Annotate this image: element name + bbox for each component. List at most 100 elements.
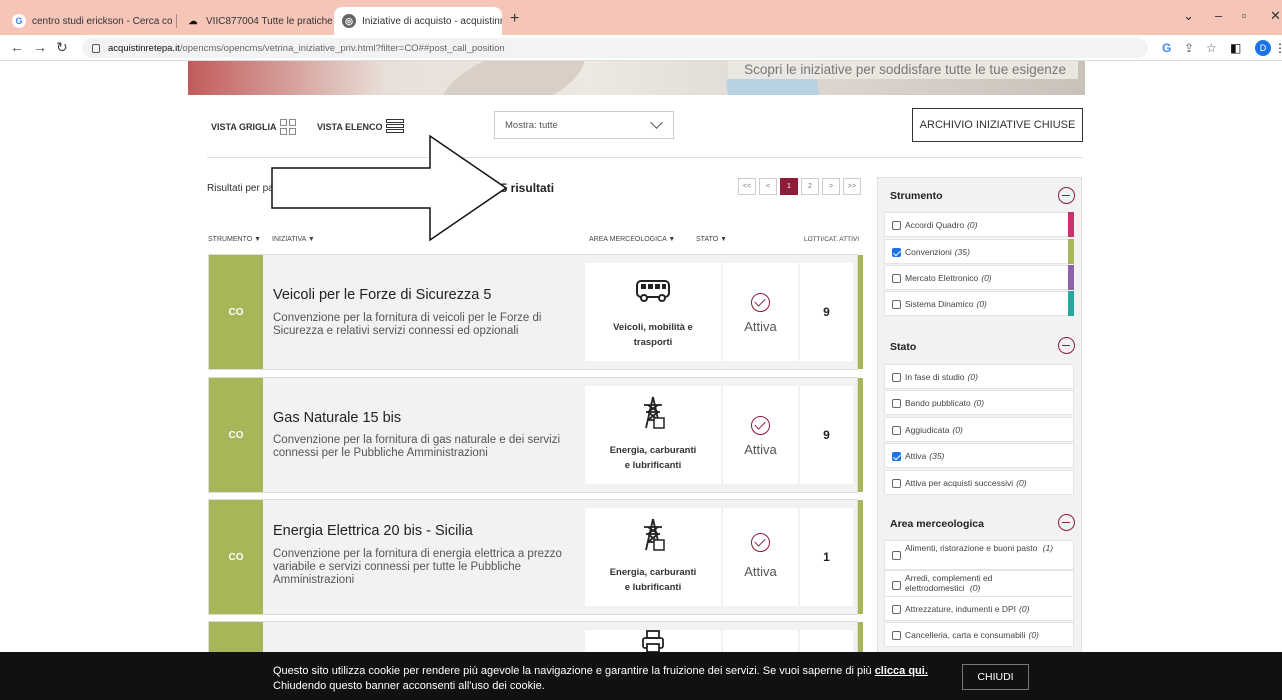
checkbox[interactable] [892, 452, 901, 461]
new-tab-button[interactable]: + [510, 10, 519, 28]
initiative-title[interactable]: Veicoli per le Forze di Sicurezza 5 [273, 287, 491, 303]
google-icon[interactable]: G [1162, 41, 1171, 55]
filter-label: Aggiudicata [905, 424, 950, 435]
filter-mercato-elettronico[interactable]: Mercato Elettronico (0) [884, 265, 1074, 290]
filter-label: Attrezzature, indumenti e DPI [905, 603, 1017, 614]
filter-count: (35) [954, 246, 970, 257]
filter-alimenti[interactable]: Alimenti, ristorazione e buoni pasto (1) [884, 540, 1074, 570]
sidepanel-icon[interactable]: ◧ [1230, 41, 1241, 55]
minimize-button[interactable]: – [1215, 8, 1222, 23]
page-2-button[interactable]: 2 [801, 178, 819, 195]
checkbox[interactable] [892, 221, 901, 230]
filter-count: (0) [981, 272, 992, 283]
filter-heading-area: Area merceologica [890, 518, 984, 530]
initiative-description: Convenzione per la fornitura di gas natu… [273, 434, 561, 459]
collapse-icon[interactable] [1058, 514, 1075, 531]
checkbox[interactable] [892, 479, 901, 488]
checkbox[interactable] [892, 373, 901, 382]
filter-label: Cancelleria, carta e consumabili [905, 629, 1026, 640]
google-icon: G [12, 14, 26, 28]
filter-aggiudicata[interactable]: Aggiudicata (0) [884, 417, 1074, 442]
lock-icon [92, 43, 100, 53]
forward-icon[interactable]: → [33, 39, 47, 55]
maximize-button[interactable]: ▫ [1242, 8, 1247, 23]
cookie-info-link[interactable]: clicca qui. [875, 665, 928, 677]
collapse-icon[interactable] [1058, 187, 1075, 204]
browser-tab-pratiche[interactable]: ☁ VIIC877004 Tutte le pratiche ✕ [178, 7, 333, 35]
col-header-area[interactable]: AREA MERCEOLOGICA ▼ [589, 236, 675, 243]
col-header-stato[interactable]: STATO ▼ [696, 236, 727, 243]
filter-attrezzature[interactable]: Attrezzature, indumenti e DPI (0) [884, 596, 1074, 621]
browser-tab-google[interactable]: G centro studi erickson - Cerca con ✕ [4, 7, 172, 35]
status-cell: Attiva [723, 263, 798, 361]
color-marker [1068, 239, 1074, 264]
tab-separator [176, 14, 177, 28]
url-input[interactable]: acquistinretepa.it /opencms/opencms/vetr… [82, 38, 1148, 58]
avatar[interactable]: D [1255, 40, 1271, 56]
menu-icon[interactable]: ⋮ [1274, 41, 1282, 55]
tab-label: Iniziative di acquisto - acquistinr [362, 15, 502, 27]
checkbox[interactable] [892, 426, 901, 435]
initiative-description: Convenzione per la fornitura di veicoli … [273, 312, 542, 337]
back-icon[interactable]: ← [10, 39, 24, 55]
checkbox[interactable] [892, 605, 901, 614]
url-path: /opencms/opencms/vetrina_iniziative_priv… [179, 42, 505, 54]
arrow-annotation [271, 134, 508, 242]
check-circle-icon [751, 416, 770, 435]
filter-in-fase-di-studio[interactable]: In fase di studio (0) [884, 364, 1074, 389]
filter-attiva[interactable]: Attiva (35) [884, 443, 1074, 468]
checkbox[interactable] [892, 551, 901, 560]
first-page-button[interactable]: << [738, 178, 756, 195]
list-view-toggle[interactable]: VISTA ELENCO [317, 119, 404, 134]
checkbox[interactable] [892, 399, 901, 408]
area-cell: Veicoli, mobilità e trasporti [585, 263, 721, 361]
checkbox[interactable] [892, 248, 901, 257]
filter-bando-pubblicato[interactable]: Bando pubblicato (0) [884, 390, 1074, 415]
show-filter-select[interactable]: Mostra: tutte [494, 111, 674, 139]
filter-label: Bando pubblicato [905, 397, 971, 408]
cloud-icon: ☁ [188, 15, 198, 26]
browser-tab-iniziative[interactable]: ◎ Iniziative di acquisto - acquistinr ✕ [334, 7, 502, 35]
archive-closed-button[interactable]: ARCHIVIO INIZIATIVE CHIUSE [912, 108, 1083, 142]
initiative-title[interactable]: Energia Elettrica 20 bis - Sicilia [273, 523, 473, 539]
area-label: trasporti [633, 337, 673, 348]
active-lots-count: 1 [800, 508, 853, 606]
filter-sistema-dinamico[interactable]: Sistema Dinamico (0) [884, 291, 1074, 316]
bus-icon [636, 280, 670, 302]
checkbox[interactable] [892, 274, 901, 283]
prev-page-button[interactable]: < [759, 178, 777, 195]
filter-count: (0) [976, 298, 987, 309]
initiative-title[interactable]: Gas Naturale 15 bis [273, 410, 401, 426]
filter-cancelleria[interactable]: Cancelleria, carta e consumabili (0) [884, 622, 1074, 647]
status-cell: Attiva [723, 508, 798, 606]
page-1-button[interactable]: 1 [780, 178, 798, 195]
table-row[interactable]: CO Veicoli per le Forze di Sicurezza 5 C… [208, 254, 863, 370]
last-page-button[interactable]: >> [843, 178, 861, 195]
active-lots-count: 9 [800, 386, 853, 484]
table-row[interactable]: CO Gas Naturale 15 bis Convenzione per l… [208, 377, 863, 493]
filter-accordi-quadro[interactable]: Accordi Quadro (0) [884, 212, 1074, 237]
filter-count: (0) [1019, 603, 1030, 614]
next-page-button[interactable]: > [822, 178, 840, 195]
checkbox[interactable] [892, 631, 901, 640]
checkbox[interactable] [892, 581, 901, 590]
filter-label: Sistema Dinamico [905, 298, 974, 309]
chevron-down-icon [650, 116, 663, 129]
filter-attiva-acquisti-successivi[interactable]: Attiva per acquisti successivi (0) [884, 470, 1074, 495]
grid-view-toggle[interactable]: VISTA GRIGLIA [211, 119, 296, 135]
power-pylon-icon [644, 518, 665, 551]
reload-icon[interactable]: ↻ [56, 39, 68, 56]
share-icon[interactable]: ⇪ [1184, 41, 1194, 55]
checkbox[interactable] [892, 300, 901, 309]
cookie-close-button[interactable]: CHIUDI [962, 664, 1029, 690]
collapse-icon[interactable] [1058, 337, 1075, 354]
star-icon[interactable]: ☆ [1206, 41, 1217, 55]
select-value: Mostra: tutte [505, 119, 558, 131]
col-header-iniziativa[interactable]: INIZIATIVA ▼ [272, 236, 315, 243]
table-row[interactable]: CO Energia Elettrica 20 bis - Sicilia Co… [208, 499, 863, 615]
col-header-strumento[interactable]: STRUMENTO ▼ [208, 236, 261, 243]
chevron-down-icon[interactable]: ⌄ [1183, 8, 1194, 24]
close-window-button[interactable]: ✕ [1270, 8, 1281, 24]
filter-convenzioni[interactable]: Convenzioni (35) [884, 239, 1074, 264]
printer-icon [642, 630, 664, 653]
